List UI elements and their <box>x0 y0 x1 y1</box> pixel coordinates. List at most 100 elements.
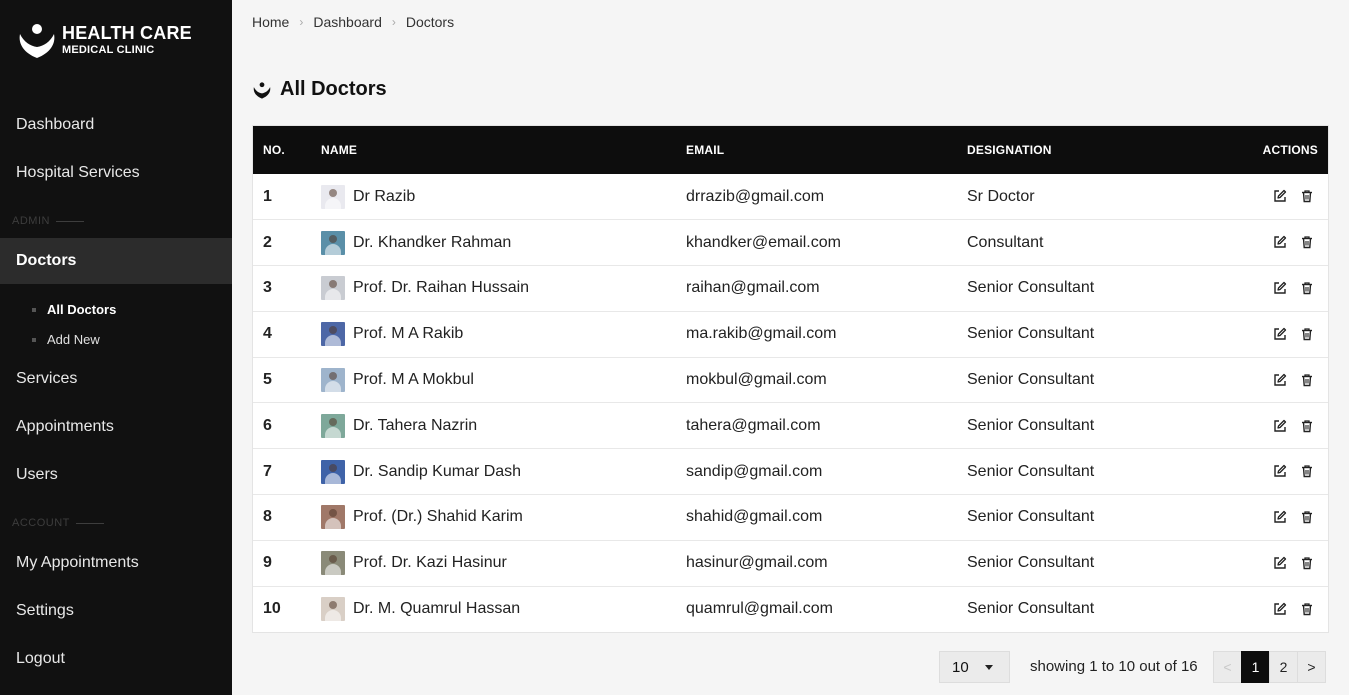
avatar <box>321 276 345 301</box>
sidebar-item-doctors[interactable]: Doctors <box>0 238 232 284</box>
trash-icon[interactable] <box>1300 419 1314 433</box>
trash-icon[interactable] <box>1300 327 1314 341</box>
edit-icon[interactable] <box>1273 419 1287 433</box>
edit-icon[interactable] <box>1273 281 1287 295</box>
brand-title: HEALTH CARE <box>62 23 192 43</box>
edit-icon[interactable] <box>1273 189 1287 203</box>
page-title-text: All Doctors <box>280 78 387 100</box>
column-header-email: EMAIL <box>686 143 725 157</box>
avatar <box>321 368 345 393</box>
breadcrumb-home[interactable]: Home <box>252 14 289 30</box>
avatar <box>321 551 345 576</box>
table-row[interactable]: 8 Prof. (Dr.) Shahid Karim shahid@gmail.… <box>253 495 1328 541</box>
trash-icon[interactable] <box>1300 510 1314 524</box>
page-button-2[interactable]: 2 <box>1269 651 1298 683</box>
trash-icon[interactable] <box>1300 235 1314 249</box>
row-actions <box>1205 540 1328 586</box>
caret-down-icon <box>985 665 993 670</box>
doctor-name-cell: Dr. Tahera Nazrin <box>321 403 686 449</box>
row-actions <box>1205 266 1328 312</box>
edit-icon[interactable] <box>1273 556 1287 570</box>
trash-icon[interactable] <box>1300 464 1314 478</box>
doctor-email: quamrul@gmail.com <box>686 600 833 618</box>
row-actions <box>1205 174 1328 220</box>
table-row[interactable]: 10 Dr. M. Quamrul Hassan quamrul@gmail.c… <box>253 586 1328 632</box>
doctor-name[interactable]: Prof. M A Rakib <box>353 325 463 343</box>
doctor-name[interactable]: Dr Razib <box>353 188 415 206</box>
doctor-email: shahid@gmail.com <box>686 508 823 526</box>
sidebar: HEALTH CARE MEDICAL CLINIC Dashboard Hos… <box>0 0 232 695</box>
edit-icon[interactable] <box>1273 373 1287 387</box>
doctor-designation: Consultant <box>967 233 1044 251</box>
doctor-name[interactable]: Prof. Dr. Raihan Hussain <box>353 279 529 297</box>
sidebar-item-settings[interactable]: Settings <box>0 588 232 634</box>
doctor-name[interactable]: Dr. Sandip Kumar Dash <box>353 463 521 481</box>
doctor-name-cell: Prof. M A Mokbul <box>321 357 686 403</box>
doctor-name-cell: Dr. M. Quamrul Hassan <box>321 586 686 632</box>
row-actions <box>1205 403 1328 449</box>
sidebar-subitem-all-doctors[interactable]: All Doctors <box>32 302 116 317</box>
edit-icon[interactable] <box>1273 602 1287 616</box>
heart-hands-icon <box>19 24 55 58</box>
sidebar-item-my-appointments[interactable]: My Appointments <box>0 540 232 586</box>
edit-icon[interactable] <box>1273 235 1287 249</box>
doctor-email: khandker@email.com <box>686 233 841 251</box>
chevron-right-icon: › <box>391 15 396 29</box>
table-row[interactable]: 6 Dr. Tahera Nazrin tahera@gmail.com Sen… <box>253 403 1328 449</box>
column-header-actions: ACTIONS <box>1262 143 1318 157</box>
table-row[interactable]: 4 Prof. M A Rakib ma.rakib@gmail.com Sen… <box>253 311 1328 358</box>
pagination: < 1 2 > <box>1213 651 1326 683</box>
table-row[interactable]: 5 Prof. M A Mokbul mokbul@gmail.com Seni… <box>253 357 1328 403</box>
sidebar-subitem-label: All Doctors <box>47 302 117 317</box>
sidebar-item-users[interactable]: Users <box>0 452 232 498</box>
sidebar-subitem-label: Add New <box>47 332 100 347</box>
row-number: 5 <box>263 371 272 389</box>
prev-page-button[interactable]: < <box>1213 651 1242 683</box>
table-row[interactable]: 3 Prof. Dr. Raihan Hussain raihan@gmail.… <box>253 266 1328 312</box>
next-page-button[interactable]: > <box>1297 651 1326 683</box>
brand-logo[interactable]: HEALTH CARE MEDICAL CLINIC <box>16 20 192 60</box>
table-row[interactable]: 7 Dr. Sandip Kumar Dash sandip@gmail.com… <box>253 449 1328 495</box>
edit-icon[interactable] <box>1273 510 1287 524</box>
doctor-email: raihan@gmail.com <box>686 279 820 297</box>
table-header-row: NO. NAME EMAIL DESIGNATION ACTIONS <box>253 126 1328 174</box>
edit-icon[interactable] <box>1273 464 1287 478</box>
sidebar-item-hospital-services[interactable]: Hospital Services <box>0 150 232 196</box>
breadcrumb-doctors[interactable]: Doctors <box>406 14 454 30</box>
doctor-name[interactable]: Dr. M. Quamrul Hassan <box>353 600 520 618</box>
column-header-designation: DESIGNATION <box>967 143 1052 157</box>
doctor-name[interactable]: Dr. Tahera Nazrin <box>353 417 477 435</box>
trash-icon[interactable] <box>1300 556 1314 570</box>
chevron-right-icon: › <box>299 15 304 29</box>
breadcrumb-dashboard[interactable]: Dashboard <box>313 14 382 30</box>
sidebar-item-logout[interactable]: Logout <box>0 636 232 682</box>
sidebar-item-appointments[interactable]: Appointments <box>0 404 232 450</box>
doctor-name[interactable]: Dr. Khandker Rahman <box>353 234 511 252</box>
per-page-select[interactable]: 10 <box>939 651 1010 683</box>
doctor-name-cell: Prof. (Dr.) Shahid Karim <box>321 495 686 541</box>
sidebar-item-services[interactable]: Services <box>0 356 232 402</box>
avatar <box>321 322 345 347</box>
table-row[interactable]: 2 Dr. Khandker Rahman khandker@email.com… <box>253 220 1328 266</box>
row-actions <box>1205 357 1328 403</box>
avatar <box>321 413 345 438</box>
doctor-name[interactable]: Prof. (Dr.) Shahid Karim <box>353 508 523 526</box>
table-row[interactable]: 9 Prof. Dr. Kazi Hasinur hasinur@gmail.c… <box>253 540 1328 587</box>
sidebar-section-account: ACCOUNT <box>12 517 104 529</box>
trash-icon[interactable] <box>1300 281 1314 295</box>
doctor-name[interactable]: Prof. Dr. Kazi Hasinur <box>353 554 507 572</box>
doctor-name-cell: Dr. Sandip Kumar Dash <box>321 449 686 495</box>
bullet-icon <box>32 337 36 342</box>
trash-icon[interactable] <box>1300 189 1314 203</box>
avatar <box>321 184 345 209</box>
page-button-1[interactable]: 1 <box>1241 651 1270 683</box>
doctor-name[interactable]: Prof. M A Mokbul <box>353 371 474 389</box>
sidebar-subitem-add-new[interactable]: Add New <box>32 332 100 347</box>
trash-icon[interactable] <box>1300 602 1314 616</box>
doctor-email: tahera@gmail.com <box>686 416 821 434</box>
trash-icon[interactable] <box>1300 373 1314 387</box>
table-row[interactable]: 1 Dr Razib drrazib@gmail.com Sr Doctor <box>253 174 1328 220</box>
sidebar-item-dashboard[interactable]: Dashboard <box>0 102 232 148</box>
row-number: 2 <box>263 233 272 251</box>
edit-icon[interactable] <box>1273 327 1287 341</box>
